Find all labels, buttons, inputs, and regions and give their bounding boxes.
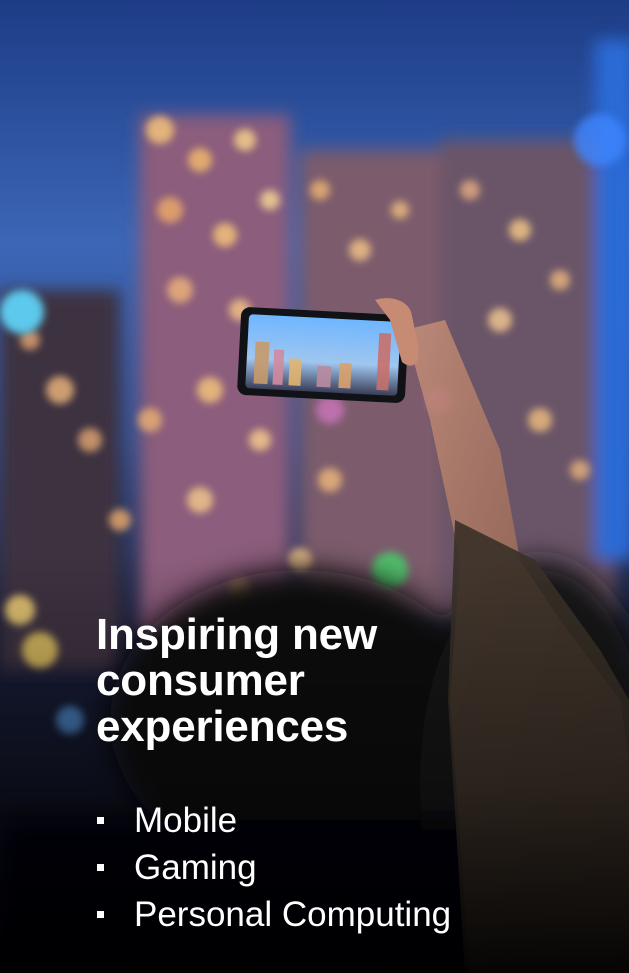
bullet-item-gaming: Gaming — [96, 844, 616, 891]
headline-line-2: consumer — [96, 656, 305, 705]
bullet-list: Mobile Gaming Personal Computing — [96, 797, 616, 938]
headline-line-3: experiences — [96, 702, 349, 751]
headline: Inspiring new consumer experiences — [96, 612, 516, 750]
bullet-square-icon — [97, 911, 104, 918]
bullet-label: Gaming — [134, 847, 257, 887]
bullet-square-icon — [97, 864, 104, 871]
bullet-label: Personal Computing — [134, 894, 452, 934]
bullet-square-icon — [97, 817, 104, 824]
bullet-label: Mobile — [134, 800, 238, 840]
bullet-item-personal-computing: Personal Computing — [96, 891, 616, 938]
headline-line-1: Inspiring new — [96, 610, 377, 659]
hero-slide: Inspiring new consumer experiences Mobil… — [0, 0, 629, 973]
bullet-item-mobile: Mobile — [96, 797, 616, 844]
